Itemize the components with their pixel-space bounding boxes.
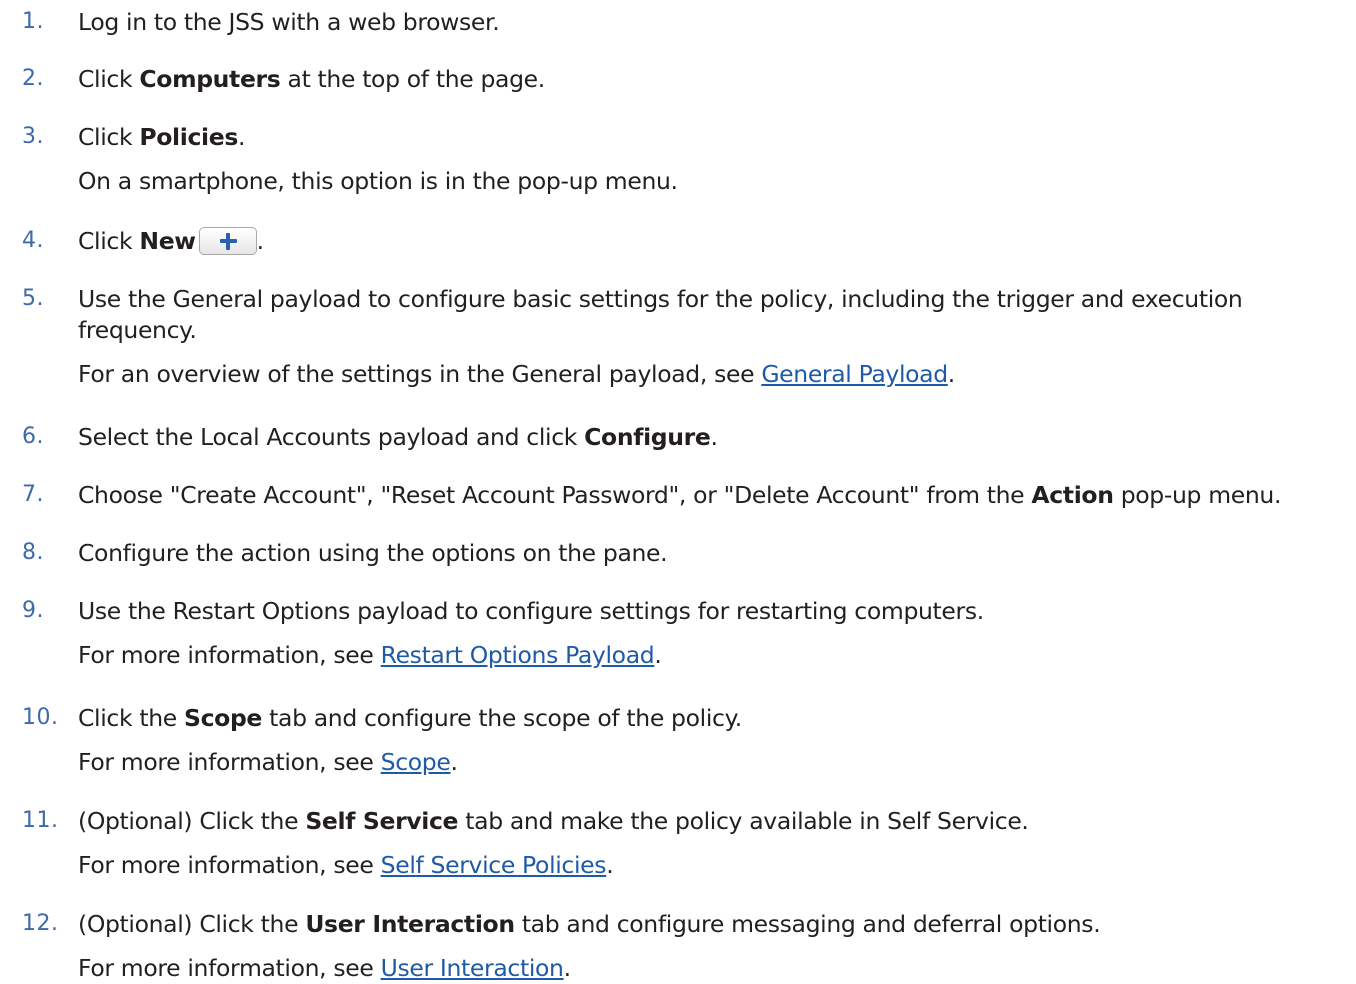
step-note: For more information, see User Interacti… [78,954,571,982]
step-text: Click Policies. On a smartphone, this op… [78,122,1354,197]
step-number: 9. [22,598,44,623]
step-number: 7. [22,482,44,507]
step-note: For more information, see Restart Option… [78,641,662,669]
step-text: Configure the action using the options o… [78,538,1354,569]
step-text: Click the Scope tab and configure the sc… [78,703,1354,778]
link-self-service-policies[interactable]: Self Service Policies [381,851,607,879]
step-text: Use the General payload to configure bas… [78,284,1354,390]
step-number: 6. [22,424,44,449]
step-text: Click New. [78,226,1354,257]
step-instruction-line-2: frequency. [78,316,197,344]
ui-term-user-interaction: User Interaction [305,910,515,938]
ui-term-computers: Computers [139,65,281,93]
step-text: (Optional) Click the Self Service tab an… [78,806,1354,881]
step-number: 1. [22,9,44,34]
step-number: 10. [22,705,59,730]
ui-term-self-service: Self Service [305,807,459,835]
step-number: 4. [22,228,44,253]
link-user-interaction[interactable]: User Interaction [381,954,564,982]
step-number: 2. [22,66,44,91]
step-instruction: Log in to the JSS with a web browser. [78,8,500,36]
ui-term-new: New [139,227,196,255]
ui-term-scope: Scope [184,704,263,732]
step-note: On a smartphone, this option is in the p… [78,167,678,195]
step-note: For an overview of the settings in the G… [78,360,955,388]
step-instruction: (Optional) Click the User Interaction ta… [78,910,1101,938]
step-instruction: Click Policies. [78,123,246,151]
ui-term-action: Action [1031,481,1114,509]
step-number: 11. [22,808,59,833]
step-instruction: Click Computers at the top of the page. [78,65,545,93]
step-note: For more information, see Self Service P… [78,851,614,879]
step-number: 12. [22,911,59,936]
step-text: Select the Local Accounts payload and cl… [78,422,1354,453]
ui-term-policies: Policies [139,123,238,151]
step-text: Choose "Create Account", "Reset Account … [78,480,1354,511]
step-instruction: Choose "Create Account", "Reset Account … [78,481,1282,509]
step-note: For more information, see Scope. [78,748,458,776]
plus-icon [198,227,257,255]
ui-term-configure: Configure [584,423,711,451]
step-number: 3. [22,124,44,149]
step-instruction: (Optional) Click the Self Service tab an… [78,807,1029,835]
step-instruction-line-1: Use the General payload to configure bas… [78,285,1243,313]
step-number: 8. [22,540,44,565]
step-instruction: Click New. [78,227,264,255]
link-general-payload[interactable]: General Payload [761,360,948,388]
step-instruction: Use the Restart Options payload to confi… [78,597,984,625]
step-instruction: Select the Local Accounts payload and cl… [78,423,718,451]
step-text: Use the Restart Options payload to confi… [78,596,1354,671]
step-text: (Optional) Click the User Interaction ta… [78,909,1354,984]
link-scope[interactable]: Scope [381,748,451,776]
step-number: 5. [22,286,44,311]
step-text: Click Computers at the top of the page. [78,64,1354,95]
link-restart-options-payload[interactable]: Restart Options Payload [381,641,655,669]
step-text: Log in to the JSS with a web browser. [78,7,1354,38]
step-instruction: Configure the action using the options o… [78,539,668,567]
step-instruction: Click the Scope tab and configure the sc… [78,704,742,732]
